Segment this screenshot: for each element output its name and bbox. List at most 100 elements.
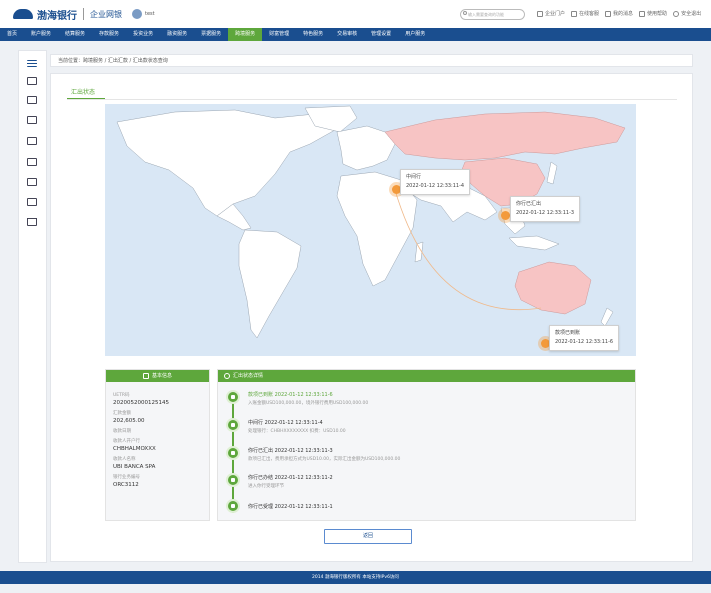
top-link-label: 使用帮助 xyxy=(647,11,668,17)
search-input[interactable]: 输入需要查询的功能 xyxy=(460,9,525,20)
field-label-payee: 收款人名称 xyxy=(113,457,136,462)
continent-russia xyxy=(384,111,626,161)
nav-item-settings[interactable]: 管理设置 xyxy=(364,28,398,41)
help-icon xyxy=(639,10,646,17)
top-link-label: 企业门户 xyxy=(545,11,566,17)
bank-name: 渤海银行 xyxy=(37,10,77,22)
top-link-label: 在线客服 xyxy=(579,11,600,17)
top-link-portal[interactable]: 企业门户 xyxy=(537,10,565,17)
continent-japan xyxy=(546,161,558,185)
search-placeholder: 输入需要查询的功能 xyxy=(468,12,504,17)
step-title: 你行已汇出 2022-01-12 12:33:11-3 xyxy=(248,448,333,454)
tab-remittance-status[interactable]: 汇出状态 xyxy=(71,87,95,96)
top-link-label: 我的消息 xyxy=(613,11,634,17)
nav-item-user-service[interactable]: 用户服务 xyxy=(398,28,432,41)
basic-info-body: UETR码 2020052000125145 汇款金额 202,605.00 收… xyxy=(106,382,209,494)
continent-north-america xyxy=(116,109,336,217)
nav-item-deposit[interactable]: 存款服务 xyxy=(92,28,126,41)
top-links: 企业门户 在线客服 我的消息 使用帮助 安全退出 xyxy=(537,10,701,17)
basic-info-panel: 基本信息 UETR码 2020052000125145 汇款金额 202,605… xyxy=(105,369,210,521)
basic-info-header: 基本信息 xyxy=(106,370,209,382)
step-title: 中间行 2022-01-12 12:33:11-4 xyxy=(248,420,323,426)
popup-sending-bank: 你行已汇出 2022-01-12 12:33:11-3 xyxy=(510,196,581,222)
main-nav: 首页 账户服务 结算服务 存款服务 投资业务 融资服务 票据服务 跨境服务 财富… xyxy=(0,28,711,41)
continent-indonesia xyxy=(508,235,560,251)
nav-item-cross-border[interactable]: 跨境服务 xyxy=(228,28,263,41)
footer: 2014 渤海银行版权所有 本站支持IPv6访问 xyxy=(0,571,711,584)
info-icon xyxy=(142,373,149,379)
export-icon[interactable] xyxy=(27,178,37,186)
basic-info-title: 基本信息 xyxy=(151,373,172,379)
portal-name: 企业网银 xyxy=(90,9,122,19)
top-link-service[interactable]: 在线客服 xyxy=(571,10,599,17)
nav-item-financing[interactable]: 融资服务 xyxy=(160,28,194,41)
field-value-amount: 202,605.00 xyxy=(113,418,145,424)
left-sidebar xyxy=(18,50,47,563)
nav-item-review[interactable]: 交易审核 xyxy=(330,28,364,41)
step-intermediary-icon xyxy=(226,418,240,432)
field-label-ref: 银行业务编号 xyxy=(113,475,140,480)
step-received-icon xyxy=(226,390,240,404)
marker-sending-bank[interactable] xyxy=(501,211,510,220)
world-map: 中间行 2022-01-12 12:33:11-4 你行已汇出 2022-01-… xyxy=(105,104,636,356)
status-timeline-panel: 汇出状态详情 款项已到账 2022-01-12 12:33:11-6 入账金额U… xyxy=(217,369,636,521)
menu-icon[interactable] xyxy=(27,60,37,67)
top-bar: 渤海银行 企业网银 test 输入需要查询的功能 企业门户 在线客服 我的消息 … xyxy=(0,0,711,28)
field-label-amount: 汇款金额 xyxy=(113,411,131,416)
step-desc: 款项已汇出，费用承担方式为USD10.00，实际汇出金额为USD100,000.… xyxy=(248,457,401,462)
card-icon[interactable] xyxy=(27,158,37,166)
popup-time: 2022-01-12 12:33:11-3 xyxy=(516,210,575,216)
continent-new-zealand xyxy=(600,307,614,327)
org-chart-icon[interactable] xyxy=(27,218,37,226)
field-label-bank: 收款人开户行 xyxy=(113,439,140,444)
step-title: 款项已到账 2022-01-12 12:33:11-6 xyxy=(248,392,333,398)
popup-label: 款项已到账 xyxy=(555,330,581,336)
transfer-icon[interactable] xyxy=(27,96,37,104)
user-name[interactable]: test xyxy=(145,11,155,17)
main-content: 汇出状态 中间行 2022-01-12 12:33:11-4 你行已汇出 202… xyxy=(50,73,693,562)
nav-item-settlement[interactable]: 结算服务 xyxy=(58,28,92,41)
chat-icon xyxy=(571,10,578,17)
top-link-messages[interactable]: 我的消息 xyxy=(605,10,633,17)
tab-divider xyxy=(67,99,677,100)
nav-item-featured[interactable]: 特色服务 xyxy=(296,28,330,41)
step-title: 你行已办结 2022-01-12 12:33:11-2 xyxy=(248,475,333,481)
nav-item-home[interactable]: 首页 xyxy=(0,28,24,41)
timeline-title: 汇出状态详情 xyxy=(233,373,264,379)
nav-item-investment[interactable]: 投资业务 xyxy=(126,28,160,41)
world-map-svg xyxy=(116,105,626,339)
field-value-payee: UBI BANCA SPA xyxy=(113,464,156,470)
nav-item-wealth[interactable]: 财富管理 xyxy=(262,28,296,41)
search-icon xyxy=(463,11,467,15)
top-link-label: 安全退出 xyxy=(681,11,702,17)
step-sent-icon xyxy=(226,446,240,460)
nav-item-accounts[interactable]: 账户服务 xyxy=(24,28,58,41)
breadcrumb: 当前位置：跨境服务 / 汇出汇款 / 汇出款状态查询 xyxy=(50,54,693,67)
field-label-uetr: UETR码 xyxy=(113,393,130,398)
field-label-date: 收款日期 xyxy=(113,429,131,434)
logo-divider xyxy=(83,8,84,20)
nav-item-bills[interactable]: 票据服务 xyxy=(194,28,228,41)
step-desc: 入账金额USD100,000.00，境外银行费用USD100,000.00 xyxy=(248,401,369,406)
document-icon[interactable] xyxy=(27,116,37,124)
timeline-header: 汇出状态详情 xyxy=(218,370,635,382)
field-value-bank: CHBHALMOXXX xyxy=(113,446,156,452)
user-avatar-icon[interactable] xyxy=(132,9,142,19)
message-icon xyxy=(605,10,612,17)
field-value-ref: ORC3112 xyxy=(113,482,139,488)
bank-logo[interactable]: 渤海银行 企业网银 xyxy=(0,7,122,22)
monitor-icon[interactable] xyxy=(27,198,37,206)
page: 渤海银行 企业网银 test 输入需要查询的功能 企业门户 在线客服 我的消息 … xyxy=(0,0,711,593)
logo-icon xyxy=(13,9,33,19)
top-link-logout[interactable]: 安全退出 xyxy=(673,10,701,17)
popup-intermediary: 中间行 2022-01-12 12:33:11-4 xyxy=(400,169,471,195)
continent-south-america xyxy=(238,229,302,339)
calendar-icon[interactable] xyxy=(27,137,37,145)
portal-icon xyxy=(537,10,543,17)
popup-label: 中间行 xyxy=(406,174,422,180)
back-button[interactable]: 返回 xyxy=(324,529,412,544)
top-link-help[interactable]: 使用帮助 xyxy=(639,10,667,17)
login-icon[interactable] xyxy=(27,77,37,85)
popup-time: 2022-01-12 12:33:11-4 xyxy=(406,183,465,189)
step-accepted-icon xyxy=(226,499,240,513)
